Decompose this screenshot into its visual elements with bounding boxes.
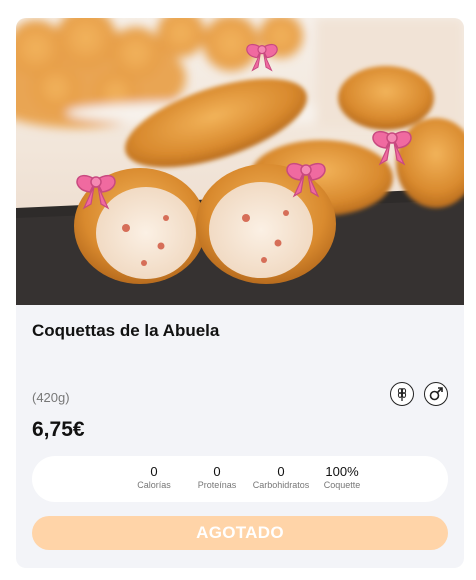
nutrition-item: 100% Coquette [318,464,366,491]
nutrition-panel: 0 Calorías 0 Proteínas 0 Carbohidratos 1… [32,456,448,502]
nutrition-label: Proteínas [197,480,237,490]
nutrition-item: 0 Carbohidratos [246,464,316,491]
nutrition-value: 0 [277,464,285,479]
nutrition-value: 100% [325,464,359,479]
nutrition-item: 0 Proteínas [192,464,242,491]
nutrition-value: 0 [213,464,221,479]
sold-out-button[interactable]: AGOTADO [32,516,448,550]
gluten-icon [390,382,414,406]
product-image [16,18,464,305]
product-price: 6,75€ [32,418,85,441]
product-weight: (420g) [32,390,70,405]
nutrition-label: Carbohidratos [252,480,310,490]
product-card[interactable]: Coquettas de la Abuela (420g) 6,75€ 0 Ca… [16,18,464,568]
product-title: Coquettas de la Abuela [32,321,220,340]
male-symbol-icon [424,382,448,406]
nutrition-label: Coquette [323,480,361,490]
nutrition-label: Calorías [137,480,171,490]
nutrition-value: 0 [150,464,158,479]
nutrition-item: 0 Calorías [132,464,176,491]
